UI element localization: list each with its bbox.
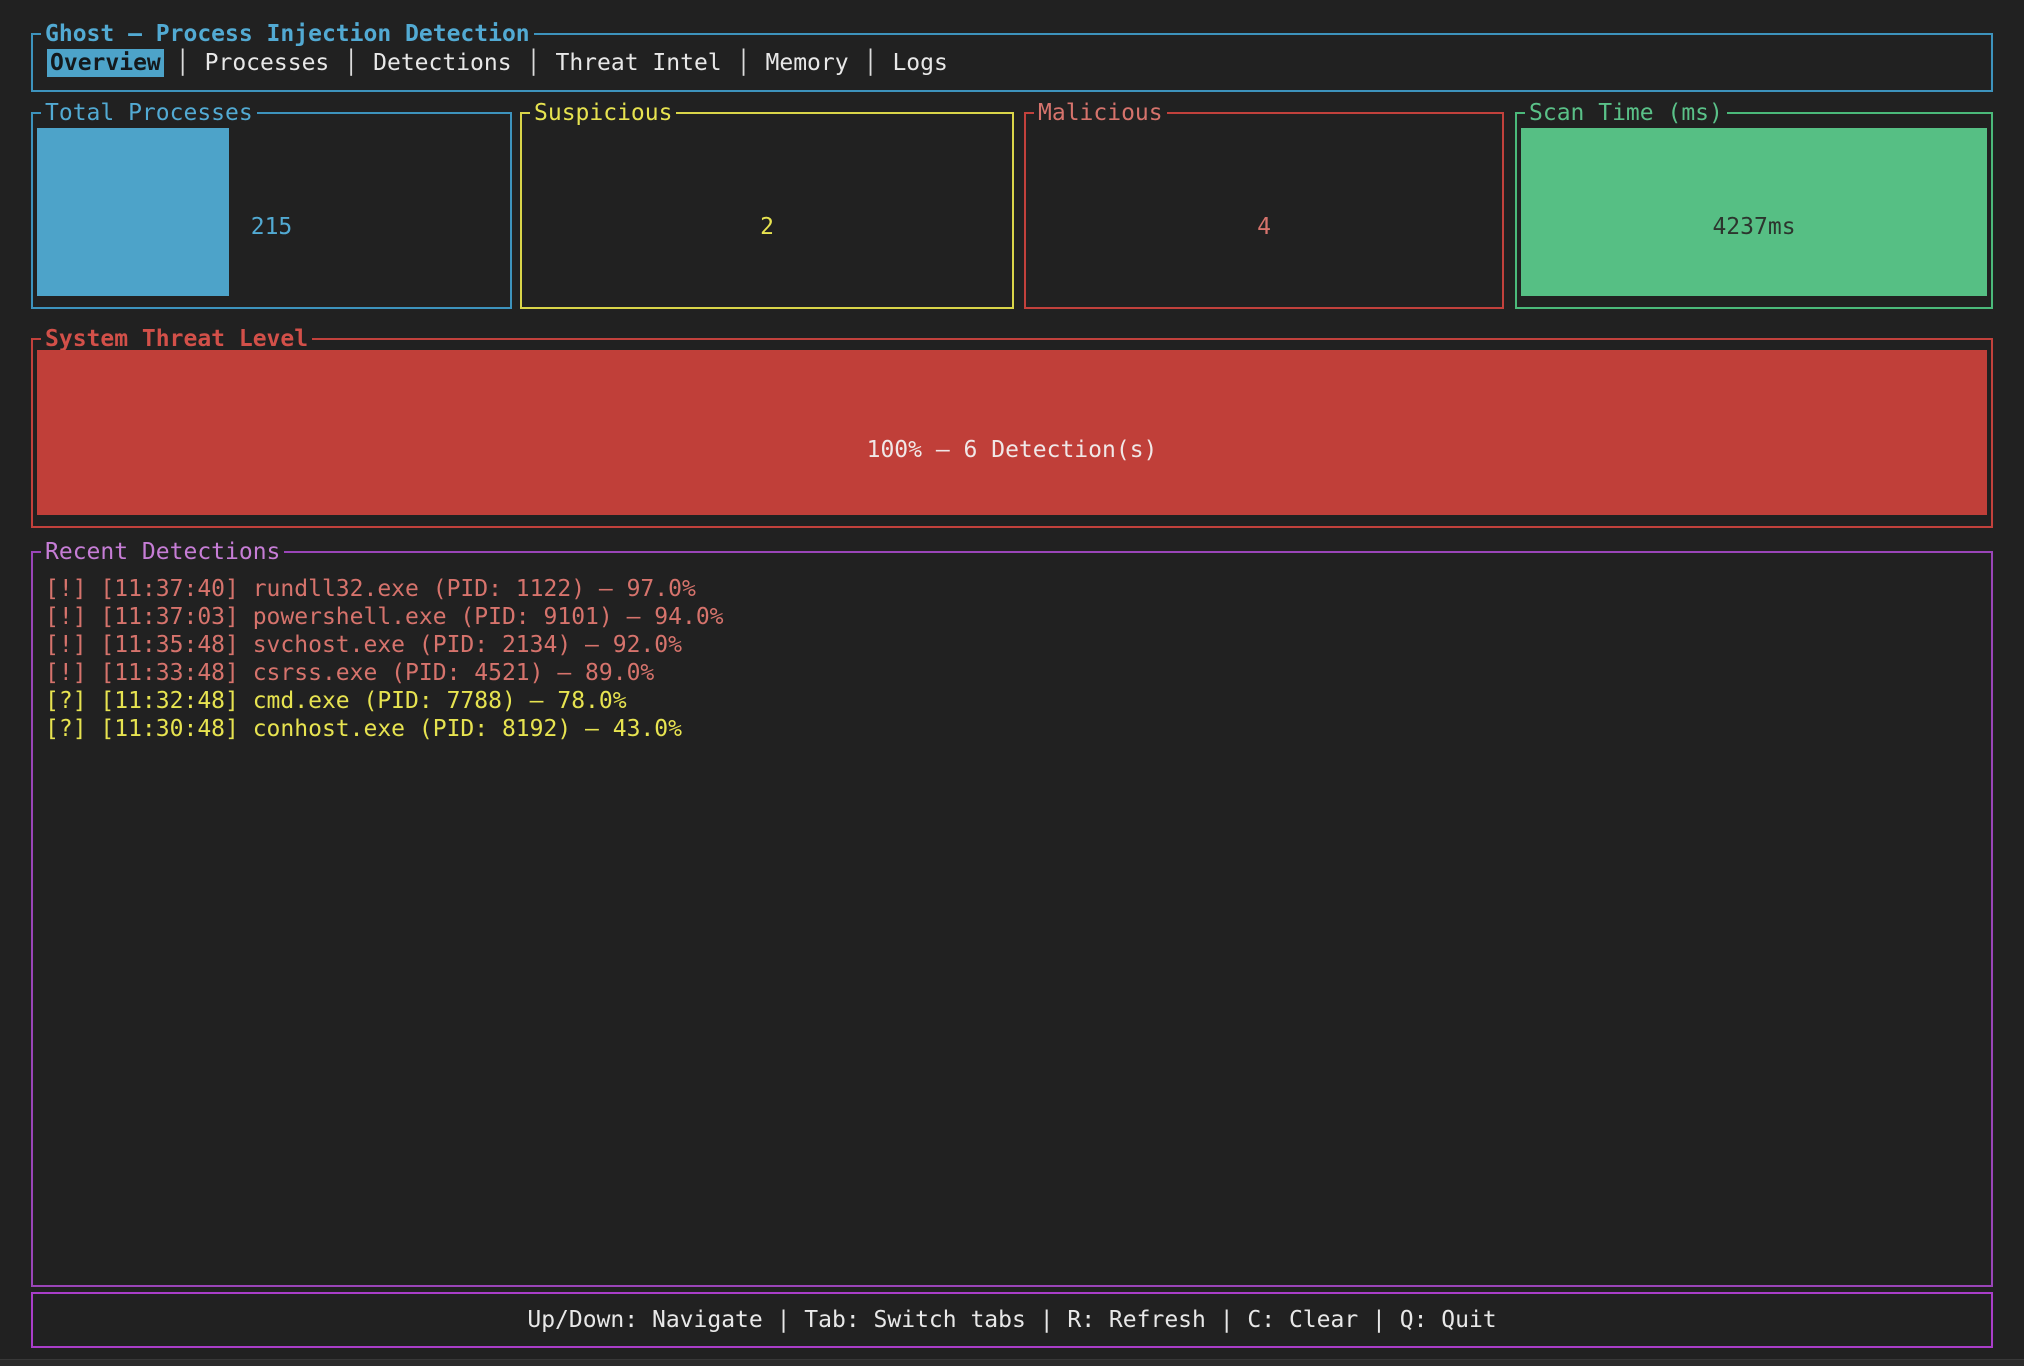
threat-level-value: 100% — 6 Detection(s) bbox=[867, 437, 1158, 463]
tab-detections[interactable]: Detections bbox=[370, 49, 514, 77]
recent-detections-panel: Recent Detections [!] [11:37:40] rundll3… bbox=[31, 551, 1993, 1287]
keybind-hints: Up/Down: Navigate | Tab: Switch tabs | R… bbox=[33, 1294, 1991, 1346]
detection-row[interactable]: [!] [11:37:40] rundll32.exe (PID: 1122) … bbox=[45, 575, 1979, 603]
header-panel: Ghost — Process Injection Detection Over… bbox=[31, 33, 1993, 92]
malicious-gauge: 4 bbox=[1030, 128, 1498, 296]
tab-threat-intel[interactable]: Threat Intel bbox=[552, 49, 724, 77]
terminal-screen: Ghost — Process Injection Detection Over… bbox=[0, 0, 2024, 1366]
gauge-value: 2 bbox=[760, 214, 774, 240]
tab-processes[interactable]: Processes bbox=[202, 49, 333, 77]
threat-level-panel: System Threat Level 100% — 6 Detection(s… bbox=[31, 338, 1993, 528]
window-bottom-edge bbox=[0, 1359, 2024, 1366]
gauge-fill bbox=[37, 128, 229, 296]
scan-time-gauge: 4237ms bbox=[1521, 128, 1987, 296]
detections-list: [!] [11:37:40] rundll32.exe (PID: 1122) … bbox=[45, 575, 1979, 743]
tab-logs[interactable]: Logs bbox=[889, 49, 950, 77]
threat-level-title: System Threat Level bbox=[41, 325, 312, 353]
gauge-value: 4 bbox=[1257, 214, 1271, 240]
tab-bar: Overview │ Processes │ Detections │ Threat Int… bbox=[33, 35, 1991, 90]
tab-memory[interactable]: Memory bbox=[763, 49, 852, 77]
tab-separator: │ bbox=[527, 50, 541, 76]
stat-title: Suspicious bbox=[530, 99, 676, 127]
gauge-fill bbox=[1521, 128, 1987, 296]
recent-detections-title: Recent Detections bbox=[41, 538, 284, 566]
detection-row[interactable]: [?] [11:32:48] cmd.exe (PID: 7788) — 78.… bbox=[45, 687, 1979, 715]
stat-title: Total Processes bbox=[41, 99, 257, 127]
stat-title: Scan Time (ms) bbox=[1525, 99, 1727, 127]
gauge-value: 4237ms bbox=[1712, 214, 1795, 240]
tab-separator: │ bbox=[737, 50, 751, 76]
footer-panel: Up/Down: Navigate | Tab: Switch tabs | R… bbox=[31, 1292, 1993, 1348]
threat-level-gauge: 100% — 6 Detection(s) bbox=[37, 350, 1987, 515]
tab-separator: │ bbox=[344, 50, 358, 76]
gauge-value: 215 bbox=[251, 214, 293, 240]
total-processes-gauge: 215 bbox=[37, 128, 506, 296]
stat-suspicious: Suspicious 2 bbox=[520, 112, 1014, 309]
stat-total-processes: Total Processes 215 bbox=[31, 112, 512, 309]
detection-row[interactable]: [?] [11:30:48] conhost.exe (PID: 8192) —… bbox=[45, 715, 1979, 743]
stat-malicious: Malicious 4 bbox=[1024, 112, 1504, 309]
detection-row[interactable]: [!] [11:35:48] svchost.exe (PID: 2134) —… bbox=[45, 631, 1979, 659]
gauge-fill bbox=[37, 350, 1987, 515]
detection-row[interactable]: [!] [11:37:03] powershell.exe (PID: 9101… bbox=[45, 603, 1979, 631]
stat-scan-time: Scan Time (ms) 4237ms bbox=[1515, 112, 1993, 309]
suspicious-gauge: 2 bbox=[526, 128, 1008, 296]
tab-separator: │ bbox=[176, 50, 190, 76]
tab-separator: │ bbox=[864, 50, 878, 76]
tab-overview[interactable]: Overview bbox=[47, 49, 164, 77]
detection-row[interactable]: [!] [11:33:48] csrss.exe (PID: 4521) — 8… bbox=[45, 659, 1979, 687]
stat-title: Malicious bbox=[1034, 99, 1167, 127]
